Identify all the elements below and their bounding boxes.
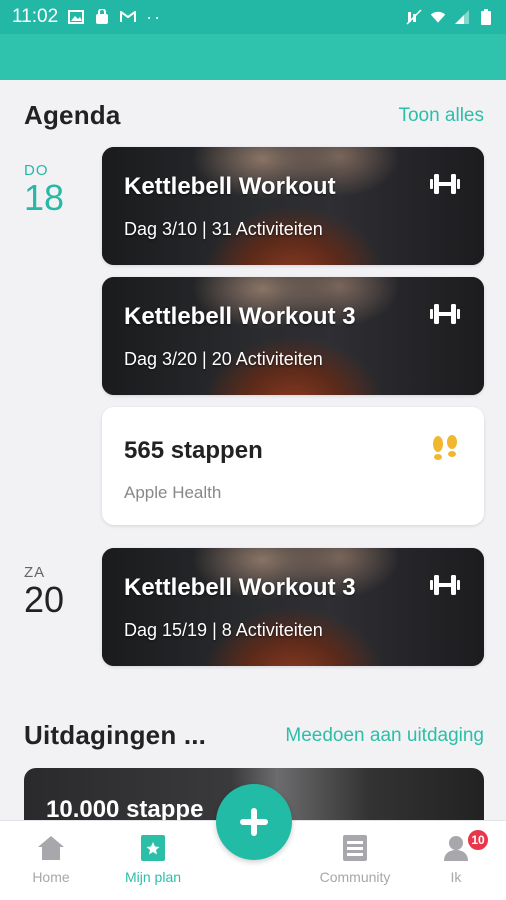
workout-background-image	[102, 147, 484, 265]
community-icon	[340, 833, 370, 863]
workout-subtitle: Dag 15/19 | 8 Activiteiten	[124, 620, 323, 640]
add-button[interactable]	[216, 784, 292, 860]
dumbbell-icon	[430, 304, 460, 324]
dumbbell-icon	[430, 174, 460, 194]
challenges-title: Uitdagingen ...	[24, 720, 207, 750]
day-label-20: ZA 20	[24, 564, 64, 621]
shopping-bag-icon	[94, 9, 110, 25]
wifi-icon	[430, 9, 446, 25]
day-number: 20	[24, 579, 65, 620]
app-header	[0, 34, 506, 80]
signal-icon	[454, 9, 470, 25]
challenges-header: Uitdagingen ... Meedoen aan uitdaging	[24, 720, 484, 751]
home-icon	[36, 833, 66, 863]
content-scroll[interactable]: Agenda Toon alles DO 18 Kettlebell Worko…	[0, 80, 506, 820]
workout-subtitle: Dag 3/10 | 31 Activiteiten	[124, 219, 323, 239]
plus-icon	[240, 808, 268, 836]
nav-community[interactable]: Community	[310, 833, 400, 885]
day-number: 18	[24, 177, 65, 218]
join-challenge-link[interactable]: Meedoen aan uitdaging	[285, 725, 484, 747]
nav-label: Ik	[450, 869, 462, 885]
agenda-header: Agenda Toon alles	[24, 100, 484, 131]
workout-title: Kettlebell Workout 3	[124, 574, 356, 601]
workout-subtitle: Dag 3/20 | 20 Activiteiten	[124, 349, 323, 369]
agenda-title: Agenda	[24, 100, 121, 130]
battery-icon	[478, 9, 494, 25]
status-bar: 11:02 ··	[0, 0, 506, 34]
nav-my-plan[interactable]: Mijn plan	[108, 833, 198, 885]
status-time: 11:02	[12, 6, 59, 27]
nav-home[interactable]: Home	[6, 833, 96, 885]
plan-star-icon	[138, 833, 168, 863]
challenge-title: 10.000 stappe	[46, 796, 204, 820]
dumbbell-icon	[430, 575, 460, 595]
workout-card[interactable]: Kettlebell Workout 3 Dag 15/19 | 8 Activ…	[102, 548, 484, 666]
workout-background-image	[102, 277, 484, 395]
nav-label: Mijn plan	[124, 869, 182, 885]
gmail-icon	[120, 9, 137, 25]
day-label-18: DO 18	[24, 162, 64, 219]
steps-source: Apple Health	[124, 483, 222, 502]
nav-label: Home	[32, 869, 70, 885]
steps-title: 565 stappen	[124, 437, 263, 464]
workout-title: Kettlebell Workout	[124, 173, 336, 200]
notification-badge: 10	[466, 828, 490, 852]
workout-card[interactable]: Kettlebell Workout Dag 3/10 | 31 Activit…	[102, 147, 484, 265]
status-more-dots: ··	[146, 6, 163, 27]
show-all-link[interactable]: Toon alles	[398, 105, 484, 127]
steps-card[interactable]: 565 stappen Apple Health	[102, 407, 484, 525]
workout-title: Kettlebell Workout 3	[124, 303, 356, 330]
gallery-icon	[68, 9, 85, 25]
footsteps-icon	[433, 435, 457, 460]
workout-card[interactable]: Kettlebell Workout 3 Dag 3/20 | 20 Activ…	[102, 277, 484, 395]
mute-icon	[406, 9, 422, 25]
nav-label: Community	[319, 869, 391, 885]
workout-background-image	[102, 548, 484, 666]
